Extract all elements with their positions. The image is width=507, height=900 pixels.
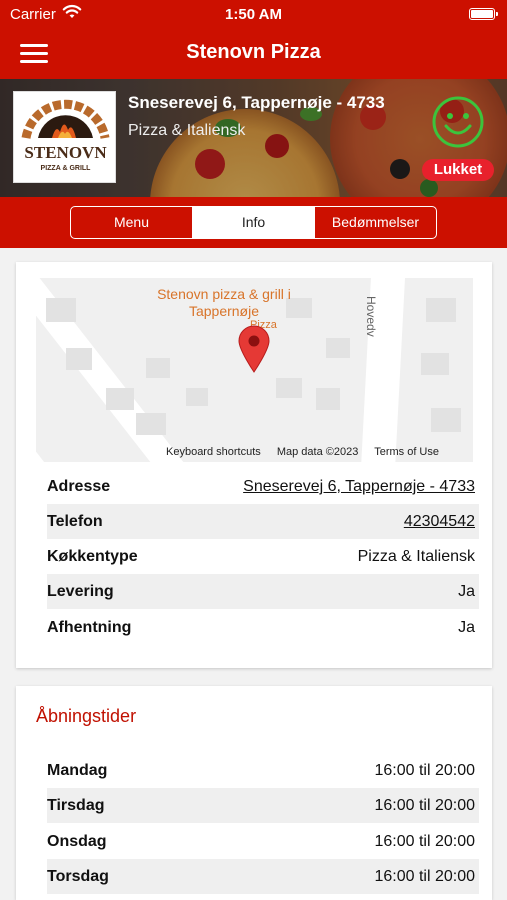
day-label: Onsdag	[47, 833, 107, 850]
info-value: Ja	[458, 583, 475, 600]
location-map[interactable]: Stenovn pizza & grill i Tappernøje Pizza…	[36, 278, 473, 462]
hours-row: Mandag 16:00 til 20:00	[47, 753, 479, 788]
day-label: Torsdag	[47, 868, 109, 885]
info-label: Telefon	[47, 513, 103, 530]
map-footer: Keyboard shortcuts Map data ©2023 Terms …	[166, 446, 452, 458]
info-value: Ja	[458, 619, 475, 636]
info-label: Afhentning	[47, 619, 132, 636]
map-place-name: Stenovn pizza & grill i Tappernøje	[157, 286, 291, 319]
tab-reviews[interactable]: Bedømmelser	[315, 207, 436, 238]
info-row-delivery: Levering Ja	[47, 574, 479, 609]
hours-value: 16:00 til 20:00	[374, 833, 475, 850]
info-label: Køkkentype	[47, 548, 138, 565]
logo-wordmark: STENOVN	[24, 143, 107, 162]
info-row-cuisine: Køkkentype Pizza & Italiensk	[47, 539, 479, 574]
hours-value: 16:00 til 20:00	[374, 797, 475, 814]
info-label: Levering	[47, 583, 114, 600]
restaurant-cuisine: Pizza & Italiensk	[128, 122, 246, 139]
page-title: Stenovn Pizza	[186, 41, 321, 63]
info-label: Adresse	[47, 478, 111, 495]
smiley-icon	[430, 94, 486, 155]
restaurant-address: Sneserevej 6, Tappernøje - 4733	[128, 93, 385, 112]
status-badge: Lukket	[422, 159, 494, 181]
tab-info[interactable]: Info	[193, 207, 315, 238]
info-row-pickup: Afhentning Ja	[47, 610, 479, 645]
map-pin-icon[interactable]	[237, 324, 271, 379]
map-data-attribution: Map data ©2023	[276, 446, 359, 458]
address-link[interactable]: Sneserevej 6, Tappernøje - 4733	[243, 478, 475, 496]
navigation-bar: Stenovn Pizza	[0, 28, 507, 79]
day-label: Tirsdag	[47, 797, 105, 814]
section-title: Åbningstider	[36, 706, 137, 726]
hours-value: 16:00 til 20:00	[374, 762, 475, 779]
status-bar: Carrier 1:50 AM	[0, 0, 507, 28]
battery-icon	[469, 8, 498, 20]
phone-link[interactable]: 42304542	[404, 513, 475, 531]
hours-row: Torsdag 16:00 til 20:00	[47, 859, 479, 894]
segmented-tabs: Menu Info Bedømmelser	[70, 206, 437, 239]
day-label: Mandag	[47, 762, 108, 779]
info-value: Pizza & Italiensk	[357, 548, 475, 565]
hours-row: Tirsdag 16:00 til 20:00	[47, 788, 479, 823]
status-time: 1:50 AM	[225, 6, 282, 23]
restaurant-logo: STENOVN PIZZA & GRILL	[13, 91, 116, 183]
hours-row: Onsdag 16:00 til 20:00	[47, 824, 479, 859]
info-row-address: Adresse Sneserevej 6, Tappernøje - 4733	[47, 469, 479, 504]
map-street-label: Hovedv	[364, 296, 378, 337]
opening-hours-card: Åbningstider Mandag 16:00 til 20:00 Tirs…	[16, 686, 492, 900]
info-card: Stenovn pizza & grill i Tappernøje Pizza…	[16, 262, 492, 668]
map-keyboard-shortcuts-link[interactable]: Keyboard shortcuts	[166, 446, 261, 458]
hours-value: 16:00 til 20:00	[374, 868, 475, 885]
map-terms-link[interactable]: Terms of Use	[374, 446, 439, 458]
tab-menu[interactable]: Menu	[71, 207, 193, 238]
logo-subtitle: PIZZA & GRILL	[41, 165, 92, 172]
info-row-phone: Telefon 42304542	[47, 504, 479, 539]
